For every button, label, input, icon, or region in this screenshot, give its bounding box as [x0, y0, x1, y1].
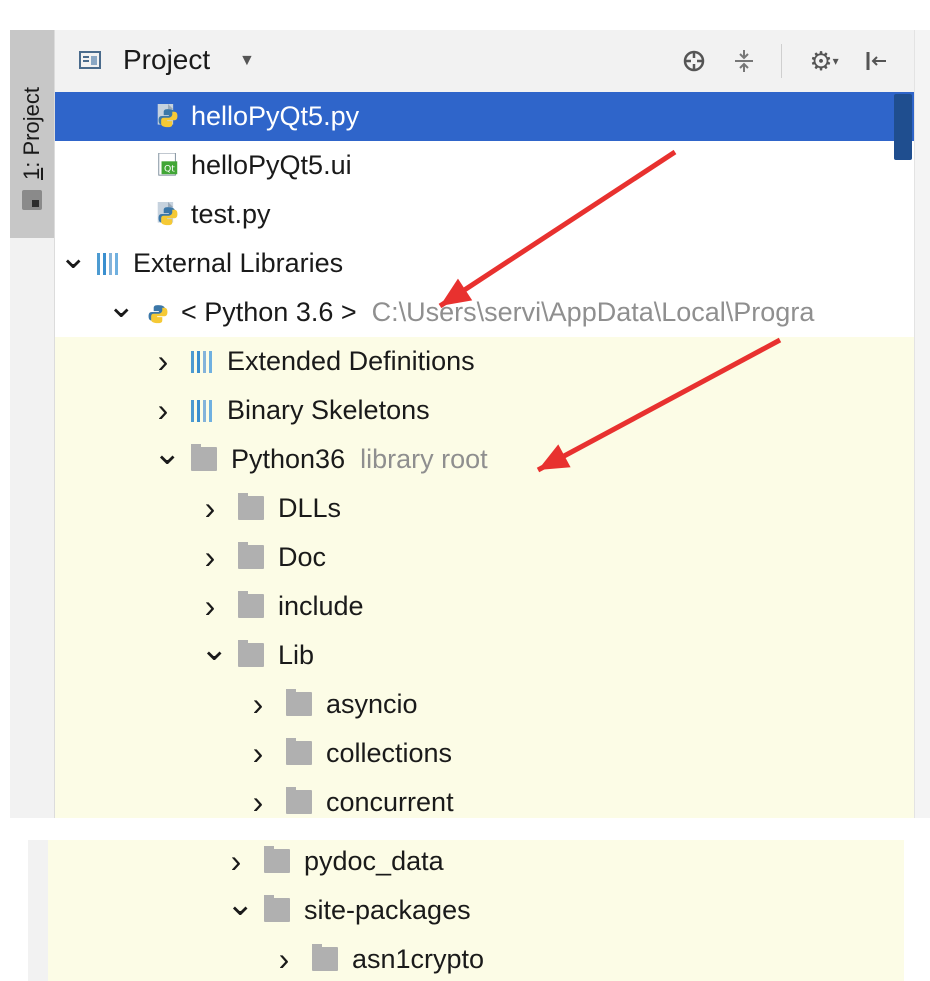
cropped-title-fragment [0, 0, 930, 10]
folder-icon [264, 846, 290, 873]
chevron-down-icon[interactable]: ⌄ [107, 288, 136, 337]
tree-row[interactable]: ⌄ Lib [55, 631, 915, 680]
project-tree-lower-fragment: › pydoc_data ⌄ site-packages › asn1crypto [28, 840, 904, 981]
tree-row[interactable]: › concurrent [55, 778, 915, 818]
library-icon [191, 398, 217, 422]
tree-row[interactable]: › asyncio [55, 680, 915, 729]
chevron-down-icon[interactable]: ⌄ [153, 435, 182, 484]
tree-item-label: pydoc_data [304, 846, 444, 876]
project-tool-tab-label: 1: Project [19, 87, 44, 180]
tree-item-label: Python36 library root [231, 444, 488, 474]
project-tree-lower: › pydoc_data ⌄ site-packages › asn1crypto [48, 840, 904, 981]
tool-window-strip: 1: Project [10, 30, 55, 818]
tree-item-label: helloPyQt5.py [191, 101, 360, 131]
project-tree: helloPyQt5.py Qt helloPyQt5.ui test.py ⌄ Ext… [55, 92, 915, 818]
project-panel: Project ▼ ⚙ ▾ helloPyQt5.py Qt helloPyQt5.u… [55, 30, 930, 818]
chevron-right-icon[interactable]: › [153, 386, 173, 435]
chevron-right-icon[interactable]: › [200, 484, 220, 533]
folder-icon [238, 591, 264, 618]
chevron-right-icon[interactable]: › [248, 778, 268, 818]
tool-window-strip [28, 840, 48, 981]
chevron-right-icon[interactable]: › [200, 533, 220, 582]
chevron-down-icon[interactable]: ⌄ [59, 239, 88, 288]
tree-row[interactable]: › asn1crypto [48, 935, 904, 981]
tree-item-label: concurrent [326, 787, 454, 817]
tree-row[interactable]: Qt helloPyQt5.ui [55, 141, 915, 190]
tree-row[interactable]: ⌄ < Python 3.6 > C:\Users\servi\AppData\… [55, 288, 915, 337]
python-sdk-icon [148, 305, 168, 324]
project-view-icon [79, 51, 101, 69]
library-icon [191, 349, 217, 373]
tree-item-hint: C:\Users\servi\AppData\Local\Progra [371, 297, 815, 327]
folder-icon [238, 640, 264, 667]
folder-icon [286, 689, 312, 716]
tree-item-label: helloPyQt5.ui [191, 150, 352, 180]
chevron-right-icon[interactable]: › [153, 337, 173, 386]
collapse-all-icon[interactable] [729, 46, 759, 76]
folder-icon [264, 895, 290, 922]
tree-item-label: asyncio [326, 689, 418, 719]
folder-icon [191, 444, 217, 471]
tree-item-hint: library root [360, 444, 488, 474]
tree-item-label: Binary Skeletons [227, 395, 430, 425]
tree-row[interactable]: test.py [55, 190, 915, 239]
locate-icon[interactable] [679, 46, 709, 76]
tree-item-label: collections [326, 738, 453, 768]
tree-row[interactable]: › pydoc_data [48, 840, 904, 886]
right-edge-strip [914, 30, 930, 818]
chevron-down-icon[interactable]: ⌄ [226, 886, 255, 935]
view-dropdown-caret-icon[interactable]: ▼ [239, 52, 255, 70]
tree-row[interactable]: › Extended Definitions [55, 337, 915, 386]
tree-item-label: asn1crypto [352, 944, 485, 974]
tree-row[interactable]: › Doc [55, 533, 915, 582]
tree-item-label: Extended Definitions [227, 346, 475, 376]
tree-item-label: Lib [278, 640, 315, 670]
tree-item-label: External Libraries [133, 248, 344, 278]
settings-icon[interactable]: ⚙ ▾ [799, 46, 849, 76]
chevron-down-icon[interactable]: ⌄ [200, 631, 229, 680]
tree-row[interactable]: ⌄ site-packages [48, 886, 904, 935]
tree-row[interactable]: helloPyQt5.py [55, 92, 915, 141]
tree-item-label: DLLs [278, 493, 342, 523]
hide-icon[interactable] [861, 46, 891, 76]
scrollbar-thumb[interactable] [894, 94, 912, 160]
project-panel-header: Project ▼ ⚙ ▾ [55, 30, 915, 92]
chevron-right-icon[interactable]: › [248, 680, 268, 729]
tree-row[interactable]: › DLLs [55, 484, 915, 533]
folder-icon [286, 787, 312, 814]
header-separator [781, 44, 782, 78]
folder-icon [286, 738, 312, 765]
tree-row[interactable]: ⌄ Python36 library root [55, 435, 915, 484]
qt-ui-file-icon: Qt [158, 153, 178, 176]
folder-icon [238, 542, 264, 569]
tree-row[interactable]: › include [55, 582, 915, 631]
panel-title[interactable]: Project [123, 44, 210, 76]
chevron-right-icon[interactable]: › [200, 582, 220, 631]
project-tool-tab[interactable]: 1: Project [10, 30, 54, 238]
tree-item-label: Doc [278, 542, 327, 572]
folder-icon [238, 493, 264, 520]
chevron-right-icon[interactable]: › [274, 935, 294, 981]
tree-item-label: test.py [191, 199, 271, 229]
tree-row[interactable]: ⌄ External Libraries [55, 239, 915, 288]
tool-window-icon [22, 190, 42, 210]
library-icon [97, 251, 123, 275]
svg-text:Qt: Qt [164, 163, 175, 174]
chevron-right-icon[interactable]: › [226, 840, 246, 886]
tree-item-label: include [278, 591, 364, 621]
tree-row[interactable]: › Binary Skeletons [55, 386, 915, 435]
folder-icon [312, 944, 338, 971]
tree-item-label: site-packages [304, 895, 471, 925]
tree-row[interactable]: › collections [55, 729, 915, 778]
tree-item-label: < Python 3.6 > C:\Users\servi\AppData\Lo… [181, 297, 815, 327]
python-file-icon [157, 202, 178, 226]
python-file-icon [157, 104, 178, 128]
chevron-right-icon[interactable]: › [248, 729, 268, 778]
